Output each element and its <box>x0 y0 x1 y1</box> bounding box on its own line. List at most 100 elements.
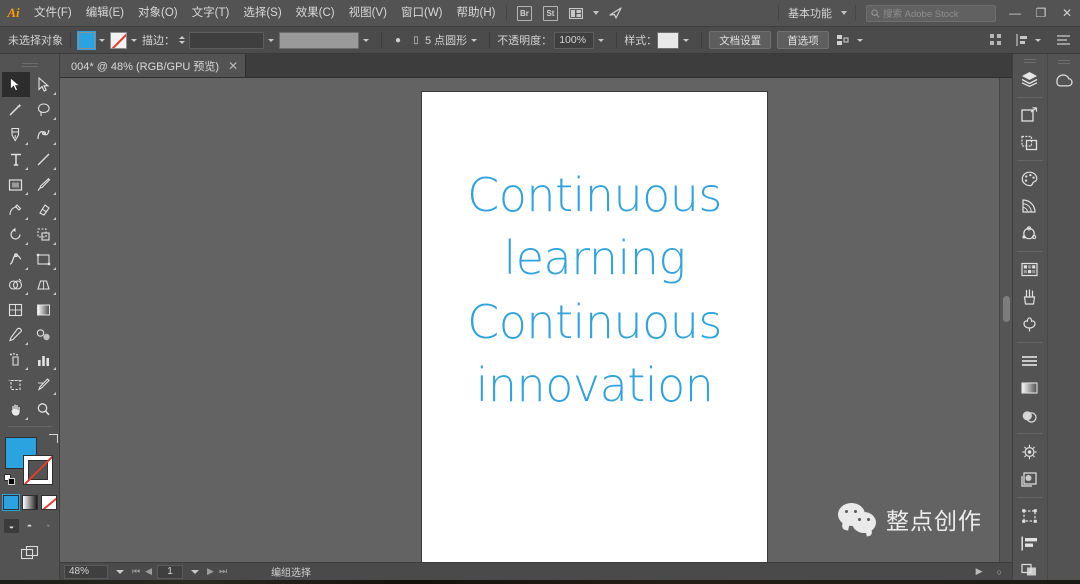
menu-object[interactable]: 对象(O) <box>131 0 185 27</box>
dock-grip-two[interactable] <box>1048 54 1080 66</box>
color-mode-solid[interactable] <box>1 494 20 511</box>
direct-selection-tool[interactable] <box>30 72 58 97</box>
menu-file[interactable]: 文件(F) <box>27 0 79 27</box>
brush-chevron-down-icon[interactable] <box>363 38 369 42</box>
stroke-weight-field[interactable] <box>189 31 264 49</box>
canvas-vertical-scroll-thumb[interactable] <box>1003 296 1010 322</box>
stock-icon[interactable]: St <box>539 4 561 23</box>
free-transform-tool[interactable] <box>30 247 58 272</box>
graphic-style-swatch[interactable] <box>657 31 680 49</box>
brush-definition-field[interactable] <box>279 31 359 49</box>
graphic-styles-panel-icon[interactable] <box>1015 466 1045 493</box>
rotate-tool[interactable] <box>2 222 30 247</box>
style-chevron-down-icon[interactable] <box>683 38 690 42</box>
arrange-documents-chevron-down-icon[interactable] <box>593 11 600 15</box>
swatches-panel-icon[interactable] <box>1015 256 1045 283</box>
document-tab-close-icon[interactable]: ✕ <box>228 60 238 72</box>
swap-fill-stroke-icon[interactable] <box>48 434 58 443</box>
rectangle-tool[interactable] <box>2 172 30 197</box>
lasso-tool[interactable] <box>30 97 58 122</box>
symbols-panel-icon[interactable] <box>1015 311 1045 338</box>
layers-panel-icon[interactable] <box>1015 65 1045 92</box>
zoom-level-field[interactable]: 48% <box>64 564 108 579</box>
curvature-tool[interactable] <box>30 122 58 147</box>
eyedropper-tool[interactable] <box>2 322 30 347</box>
select-similar-icon[interactable] <box>835 32 853 49</box>
canvas-vertical-scrollbar[interactable] <box>999 78 1012 562</box>
perspective-grid-tool[interactable] <box>30 272 58 297</box>
arrange-documents-icon[interactable] <box>565 4 587 23</box>
next-artboard-button[interactable]: ▶ <box>207 566 214 577</box>
tools-panel-grip[interactable] <box>0 54 59 72</box>
type-tool[interactable] <box>2 147 30 172</box>
menu-type[interactable]: 文字(T) <box>185 0 237 27</box>
opacity-field[interactable]: 100% <box>554 31 595 49</box>
prev-artboard-button[interactable]: ◀ <box>145 566 152 577</box>
eraser-tool[interactable] <box>30 197 58 222</box>
zoom-chevron-down-icon[interactable] <box>116 569 124 574</box>
distribute-chevron-down-icon[interactable] <box>1035 38 1041 42</box>
stroke-swatch[interactable] <box>22 455 53 485</box>
bridge-icon[interactable]: Br <box>513 4 535 23</box>
symbol-sprayer-tool[interactable] <box>2 347 30 372</box>
preferences-button[interactable]: 首选项 <box>777 31 829 49</box>
distribute-icon[interactable] <box>1013 32 1031 49</box>
scale-tool[interactable] <box>30 222 58 247</box>
variable-width-chevron-down-icon[interactable] <box>471 38 478 42</box>
mesh-tool[interactable] <box>2 297 30 322</box>
first-artboard-button[interactable]: ⏮ <box>132 566 140 577</box>
stroke-weight-stepper[interactable] <box>179 36 185 44</box>
artboard-chevron-down-icon[interactable] <box>191 569 200 574</box>
canvas-area[interactable]: Continuous learning Continuous innovatio… <box>60 78 1012 562</box>
status-text[interactable]: 编组选择 <box>271 564 311 579</box>
gradient-panel-icon[interactable] <box>1015 375 1045 402</box>
close-button[interactable]: ✕ <box>1054 0 1080 27</box>
width-tool[interactable] <box>2 247 30 272</box>
menu-edit[interactable]: 编辑(E) <box>79 0 131 27</box>
paintbrush-tool[interactable] <box>30 172 58 197</box>
artboard[interactable]: Continuous learning Continuous innovatio… <box>422 92 767 562</box>
draw-behind-mode[interactable]: ◓ <box>22 519 37 533</box>
shape-builder-tool[interactable] <box>2 272 30 297</box>
asset-export-panel-icon[interactable] <box>1015 129 1045 156</box>
column-graph-tool[interactable] <box>30 347 58 372</box>
color-guide-panel-icon[interactable] <box>1015 193 1045 220</box>
draw-normal-mode[interactable]: ◒ <box>4 519 19 533</box>
magic-wand-tool[interactable] <box>2 97 30 122</box>
menu-window[interactable]: 窗口(W) <box>394 0 450 27</box>
change-screen-mode[interactable] <box>18 543 42 563</box>
select-similar-chevron-down-icon[interactable] <box>856 38 863 42</box>
minimize-button[interactable]: — <box>1002 0 1028 27</box>
panel-menu-icon[interactable] <box>1054 32 1072 49</box>
dock-grip-one[interactable] <box>1013 54 1047 65</box>
appearance-panel-icon[interactable] <box>1015 438 1045 465</box>
recolor-artwork-icon[interactable] <box>1015 220 1045 247</box>
artboard-tool[interactable] <box>2 372 30 397</box>
stroke-panel-icon[interactable] <box>1015 347 1045 374</box>
align-icon[interactable] <box>987 32 1005 49</box>
brushes-panel-icon[interactable] <box>1015 284 1045 311</box>
align-panel-icon[interactable] <box>1015 529 1045 556</box>
pen-tool[interactable] <box>2 122 30 147</box>
status-record-icon[interactable]: ○ <box>997 567 1002 577</box>
draw-inside-mode[interactable]: ◔ <box>40 519 55 533</box>
transparency-panel-icon[interactable] <box>1015 402 1045 429</box>
menu-select[interactable]: 选择(S) <box>236 0 288 27</box>
transform-panel-icon[interactable] <box>1015 502 1045 529</box>
menu-view[interactable]: 视图(V) <box>342 0 394 27</box>
document-setup-button[interactable]: 文档设置 <box>709 31 772 49</box>
hand-tool[interactable] <box>2 397 30 422</box>
line-segment-tool[interactable] <box>30 147 58 172</box>
stroke-color-swatch[interactable] <box>110 31 127 49</box>
menu-effect[interactable]: 效果(C) <box>289 0 342 27</box>
default-fill-stroke-icon[interactable] <box>3 474 15 485</box>
slice-tool[interactable] <box>30 372 58 397</box>
variable-width-shape-icon[interactable]: ▯ <box>407 32 425 49</box>
fill-color-swatch[interactable] <box>77 30 96 50</box>
menu-help[interactable]: 帮助(H) <box>450 0 503 27</box>
stock-search-input[interactable]: 搜索 Adobe Stock <box>866 4 996 22</box>
selection-tool[interactable] <box>1 72 30 97</box>
gradient-tool[interactable] <box>30 297 58 322</box>
stroke-weight-chevron-down-icon[interactable] <box>268 38 274 42</box>
blend-tool[interactable] <box>30 322 58 347</box>
